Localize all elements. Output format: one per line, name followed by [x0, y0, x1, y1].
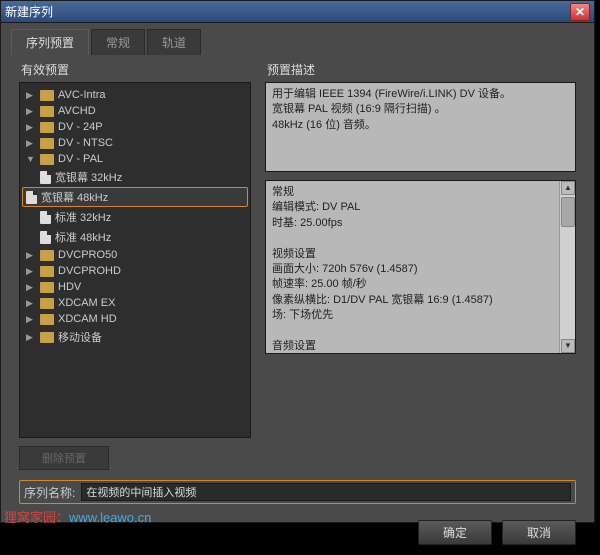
details-text: ▲ ▼ 常规 编辑模式: DV PAL 时基: 25.00fps 视频设置 画面… — [265, 180, 576, 354]
chevron-right-icon: ▶ — [26, 332, 36, 343]
scroll-down-icon[interactable]: ▼ — [561, 339, 575, 353]
preset-file-icon — [40, 211, 51, 224]
tab-sequence-presets[interactable]: 序列预置 — [11, 29, 89, 55]
watermark: 狸窝家园：www.leawo.cn — [4, 507, 151, 526]
preset-file-icon — [40, 231, 51, 244]
ok-button[interactable]: 确定 — [418, 520, 492, 545]
folder-icon — [40, 332, 54, 343]
chevron-right-icon: ▶ — [26, 250, 36, 261]
tree-folder[interactable]: ▶XDCAM HD — [22, 311, 248, 327]
preset-tree[interactable]: ▶AVC-Intra ▶AVCHD ▶DV - 24P ▶DV - NTSC ▼… — [19, 82, 251, 438]
chevron-right-icon: ▶ — [26, 266, 36, 277]
sequence-name-label: 序列名称: — [24, 484, 75, 501]
chevron-down-icon: ▼ — [26, 154, 36, 164]
titlebar[interactable]: 新建序列 ✕ — [1, 1, 594, 23]
chevron-right-icon: ▶ — [26, 90, 36, 101]
tree-folder[interactable]: ▶DV - 24P — [22, 119, 248, 135]
tree-preset-item[interactable]: 标准 48kHz — [22, 227, 248, 247]
folder-icon — [40, 122, 54, 133]
description-title: 预置描述 — [265, 59, 576, 82]
description-text: 用于编辑 IEEE 1394 (FireWire/i.LINK) DV 设备。 … — [265, 82, 576, 172]
tree-folder[interactable]: ▶AVC-Intra — [22, 87, 248, 103]
tab-tracks[interactable]: 轨道 — [147, 29, 201, 55]
scrollbar[interactable]: ▲ ▼ — [559, 181, 575, 353]
close-button[interactable]: ✕ — [570, 3, 590, 21]
sequence-name-input[interactable] — [81, 483, 571, 501]
tree-folder[interactable]: ▼DV - PAL — [22, 151, 248, 167]
folder-icon — [40, 298, 54, 309]
scrollbar-thumb[interactable] — [561, 197, 575, 227]
chevron-right-icon: ▶ — [26, 314, 36, 325]
chevron-right-icon: ▶ — [26, 282, 36, 293]
tree-preset-item[interactable]: 标准 32kHz — [22, 207, 248, 227]
description-panel: 预置描述 用于编辑 IEEE 1394 (FireWire/i.LINK) DV… — [265, 59, 576, 470]
folder-icon — [40, 154, 54, 165]
folder-icon — [40, 266, 54, 277]
tab-general[interactable]: 常规 — [91, 29, 145, 55]
chevron-right-icon: ▶ — [26, 138, 36, 149]
tree-folder[interactable]: ▶XDCAM EX — [22, 295, 248, 311]
folder-icon — [40, 106, 54, 117]
scroll-up-icon[interactable]: ▲ — [561, 181, 575, 195]
tree-folder[interactable]: ▶AVCHD — [22, 103, 248, 119]
window-title: 新建序列 — [5, 3, 570, 20]
folder-icon — [40, 90, 54, 101]
preset-file-icon — [40, 171, 51, 184]
tree-preset-item[interactable]: 宽银幕 32kHz — [22, 167, 248, 187]
tree-preset-item-selected[interactable]: 宽银幕 48kHz — [22, 187, 248, 207]
preset-file-icon — [26, 191, 37, 204]
chevron-right-icon: ▶ — [26, 298, 36, 309]
tree-folder[interactable]: ▶DVCPROHD — [22, 263, 248, 279]
tree-folder[interactable]: ▶移动设备 — [22, 327, 248, 347]
folder-icon — [40, 138, 54, 149]
tab-bar: 序列预置 常规 轨道 — [1, 23, 594, 55]
content-area: 有效预置 ▶AVC-Intra ▶AVCHD ▶DV - 24P ▶DV - N… — [1, 55, 594, 480]
chevron-right-icon: ▶ — [26, 106, 36, 117]
tree-folder[interactable]: ▶HDV — [22, 279, 248, 295]
tree-folder[interactable]: ▶DVCPRO50 — [22, 247, 248, 263]
presets-panel: 有效预置 ▶AVC-Intra ▶AVCHD ▶DV - 24P ▶DV - N… — [19, 59, 251, 470]
delete-preset-button: 删除预置 — [19, 446, 109, 470]
presets-title: 有效预置 — [19, 59, 251, 82]
folder-icon — [40, 282, 54, 293]
chevron-right-icon: ▶ — [26, 122, 36, 133]
folder-icon — [40, 250, 54, 261]
folder-icon — [40, 314, 54, 325]
tree-folder[interactable]: ▶DV - NTSC — [22, 135, 248, 151]
new-sequence-dialog: 新建序列 ✕ 序列预置 常规 轨道 有效预置 ▶AVC-Intra ▶AVCHD… — [0, 0, 595, 523]
cancel-button[interactable]: 取消 — [502, 520, 576, 545]
sequence-name-row: 序列名称: — [19, 480, 576, 504]
